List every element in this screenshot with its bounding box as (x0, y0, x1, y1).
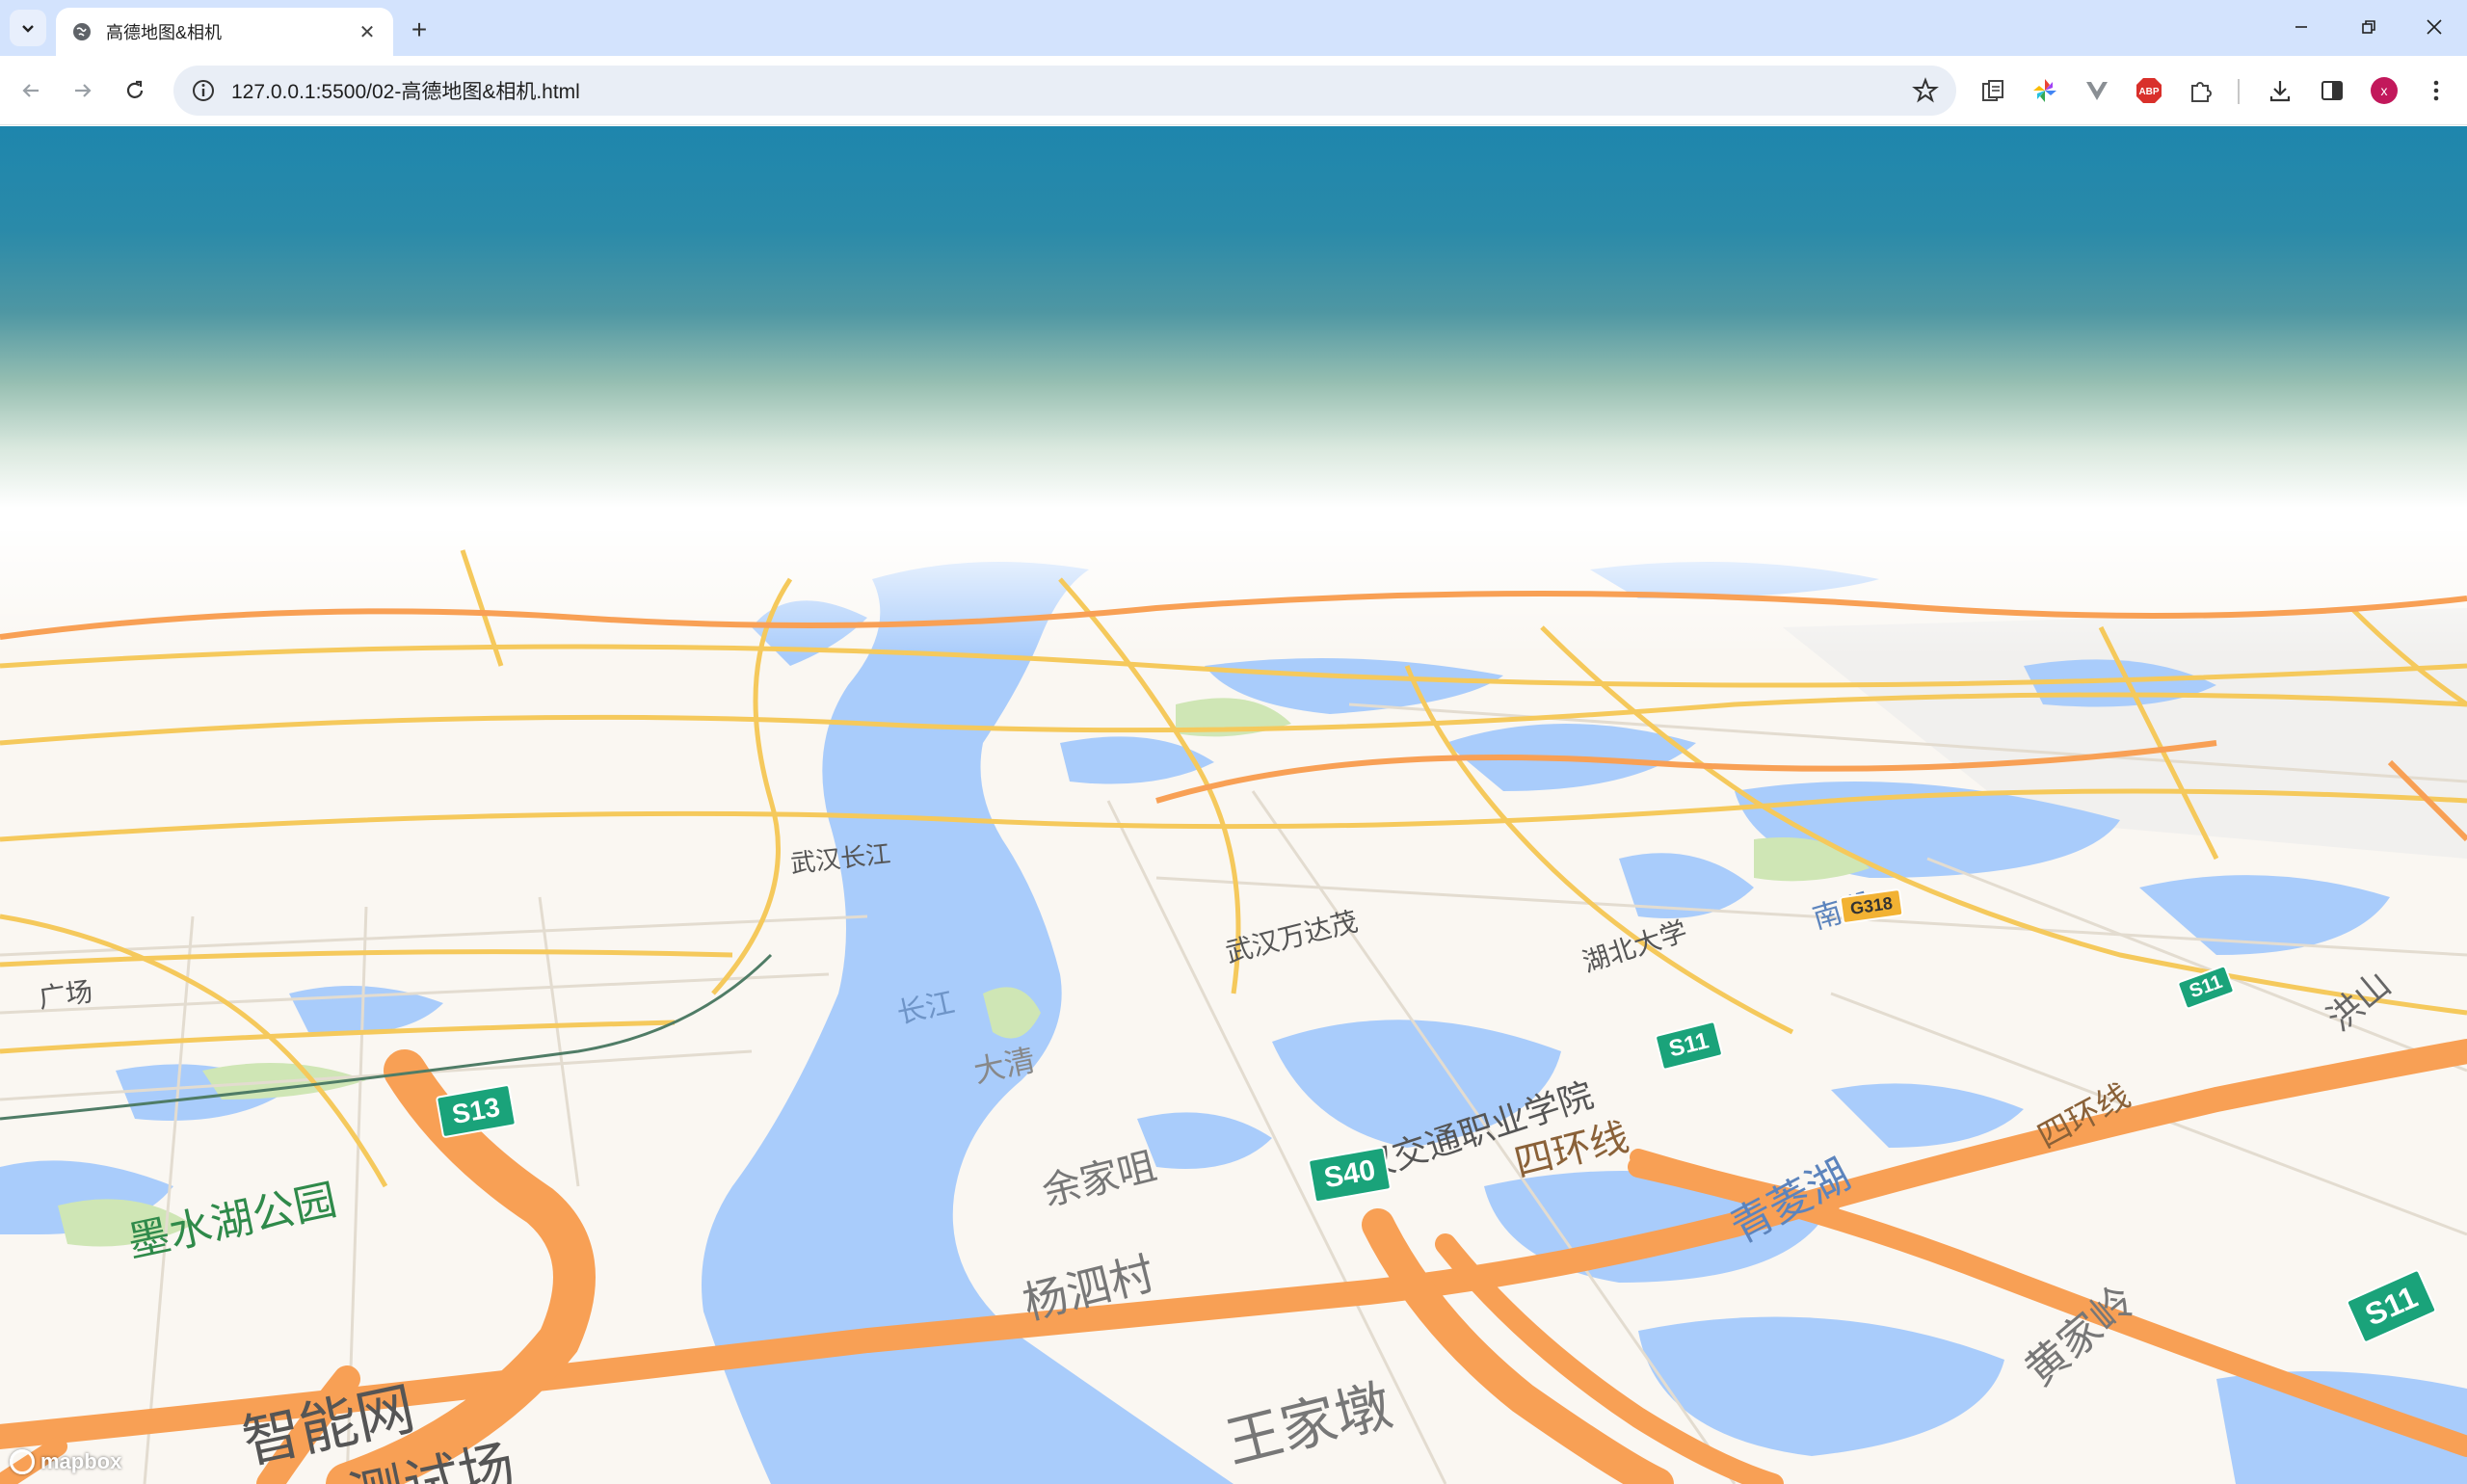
reading-list-button[interactable] (1974, 71, 2012, 110)
chevron-down-icon (22, 25, 34, 33)
restore-icon (2362, 20, 2375, 34)
poi-label: 武汉万达茂 (1222, 906, 1362, 968)
close-window-button[interactable] (2407, 6, 2461, 48)
copy-pages-icon (1982, 80, 2003, 101)
bookmark-star-icon[interactable] (1912, 77, 1939, 104)
tab-title: 高德地图&相机 (106, 23, 223, 42)
globe-icon (73, 23, 91, 40)
highway-shield: S11 (2176, 964, 2237, 1011)
minimize-button[interactable] (2274, 6, 2328, 48)
new-tab-button[interactable]: + (403, 13, 436, 46)
extension-v-button[interactable] (2078, 71, 2116, 110)
profile-button[interactable]: x (2365, 71, 2403, 110)
browser-tab[interactable]: 高德地图&相机 ✕ (56, 8, 393, 56)
download-icon (2269, 81, 2291, 102)
poi-label: 武汉长江 (788, 838, 892, 879)
arrow-right-icon (75, 84, 92, 97)
close-icon (2427, 19, 2442, 35)
poi-label: 广场 (37, 976, 95, 1014)
district-label: 洪山 (2319, 964, 2399, 1039)
highway-shield: S13 (435, 1083, 517, 1139)
puzzle-icon (2191, 82, 2212, 102)
pinwheel-icon (2033, 79, 2056, 102)
reload-button[interactable] (114, 69, 156, 112)
reload-icon (126, 80, 144, 98)
map-canvas[interactable]: 长江 大清 余家咀 杨泗村 王家墩 四环线 青菱湖 黄家岭 四环线 墨水湖公园 … (0, 126, 2467, 1484)
info-icon[interactable] (191, 78, 216, 103)
place-label: 余家咀 (1038, 1145, 1161, 1214)
restore-button[interactable] (2342, 6, 2396, 48)
forward-button[interactable] (62, 69, 104, 112)
adblock-plus-button[interactable]: ABP (2130, 71, 2168, 110)
kebab-menu-icon (2433, 80, 2439, 101)
address-bar[interactable]: 127.0.0.1:5500/02-高德地图&相机.html (173, 66, 1956, 116)
toolbar-separator (2238, 79, 2240, 104)
map-labels: 长江 大清 余家咀 杨泗村 王家墩 四环线 青菱湖 黄家岭 四环线 墨水湖公园 … (0, 126, 2467, 1484)
adblock-label: ABP (2138, 87, 2159, 97)
mapbox-attribution[interactable]: mapbox (10, 1449, 121, 1474)
tab-search-button[interactable] (10, 10, 46, 46)
browser-menu-button[interactable] (2417, 71, 2455, 110)
place-label: 王家墩 (1220, 1373, 1398, 1475)
browser-toolbar: 127.0.0.1:5500/02-高德地图&相机.html ABP x (0, 56, 2467, 125)
park-label: 墨水湖公园 (123, 1176, 341, 1267)
poi-label: 湖北大学 (1578, 915, 1691, 978)
side-panel-icon (2321, 81, 2343, 100)
minimize-icon (2295, 26, 2307, 28)
adblock-icon: ABP (2136, 78, 2162, 103)
tab-strip: 高德地图&相机 ✕ + (0, 0, 2467, 56)
vue-devtools-icon (2086, 82, 2108, 100)
lake-label: 青菱湖 (1723, 1151, 1858, 1253)
highway-shield: S11 (2345, 1268, 2438, 1344)
downloads-button[interactable] (2261, 71, 2299, 110)
place-label: 黄家岭 (2016, 1277, 2145, 1395)
extensions-button[interactable] (2182, 71, 2220, 110)
mapbox-logo-icon (10, 1449, 35, 1474)
road-label: 四环线 (2031, 1076, 2136, 1156)
side-panel-button[interactable] (2313, 71, 2351, 110)
extension-pinwheel-button[interactable] (2026, 71, 2064, 110)
arrow-left-icon (22, 84, 39, 97)
place-label: 大清 (970, 1042, 1039, 1090)
place-label: 杨泗村 (1018, 1247, 1159, 1329)
avatar: x (2371, 77, 2398, 104)
river-label: 长江 (893, 987, 958, 1030)
highway-shield: S11 (1654, 1020, 1725, 1072)
url-text[interactable]: 127.0.0.1:5500/02-高德地图&相机.html (231, 76, 1912, 105)
avatar-initial: x (2381, 83, 2388, 98)
tab-close-icon[interactable]: ✕ (355, 19, 380, 44)
attribution-text: mapbox (40, 1449, 122, 1473)
back-button[interactable] (10, 69, 52, 112)
